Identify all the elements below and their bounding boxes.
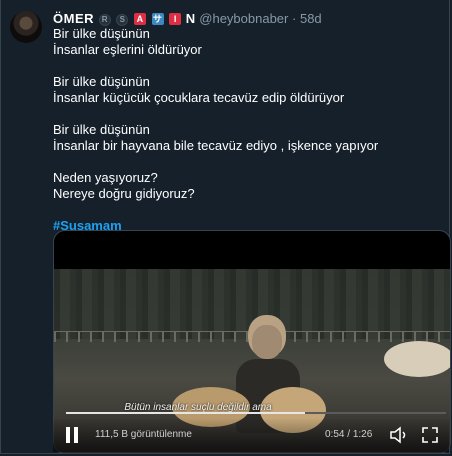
text-line: İnsanlar eşlerini öldürüyor xyxy=(53,42,202,57)
avatar[interactable] xyxy=(10,11,42,43)
duration: 1:26 xyxy=(352,429,373,440)
badge-r: R xyxy=(98,14,111,26)
tweet-text: Bir ülke düşünün İnsanlar eşlerini öldür… xyxy=(53,26,433,250)
paragraph: Neden yaşıyoruz? Nereye doğru gidiyoruz? xyxy=(53,170,433,202)
video-controls: 111,5 B görüntülenme 0:54 / 1:26 xyxy=(53,418,449,452)
paragraph: Bir ülke düşünün İnsanlar küçücük çocukl… xyxy=(53,74,433,106)
current-time: 0:54 xyxy=(325,429,345,440)
badge-sa: サ xyxy=(151,13,164,25)
pause-icon[interactable] xyxy=(65,427,79,443)
paragraph: Bir ülke düşünün İnsanlar bir hayvana bi… xyxy=(53,122,433,154)
text-line: Bir ülke düşünün xyxy=(53,122,150,137)
display-name[interactable]: ÖMER xyxy=(53,11,94,26)
tweet-timestamp[interactable]: 58d xyxy=(300,11,322,26)
text-line: İnsanlar bir hayvana bile tecavüz ediyo … xyxy=(53,138,379,153)
text-line: Bir ülke düşünün xyxy=(53,26,150,41)
view-count: 111,5 B görüntülenme xyxy=(95,429,192,440)
speaker-icon[interactable] xyxy=(389,426,409,444)
video-progress-bar[interactable] xyxy=(66,412,446,414)
text-line: Bir ülke düşünün xyxy=(53,74,150,89)
badge-i: I xyxy=(169,13,182,25)
time-separator: / xyxy=(344,429,353,440)
text-line: İnsanlar küçücük çocuklara tecavüz edip … xyxy=(53,90,345,105)
badge-a: A xyxy=(133,13,146,25)
text-line: Nereye doğru gidiyoruz? xyxy=(53,186,195,201)
user-handle[interactable]: @heybobnaber xyxy=(199,11,288,26)
separator-dot: · xyxy=(292,11,297,26)
video-timecode: 0:54 / 1:26 xyxy=(325,429,372,440)
display-name-end[interactable]: N xyxy=(186,11,196,26)
tweet-header: ÖMER R S A サ I N @heybobnaber · 58d xyxy=(53,11,322,27)
video-dog xyxy=(384,341,450,377)
text-line: Neden yaşıyoruz? xyxy=(53,170,158,185)
fullscreen-icon[interactable] xyxy=(421,426,439,444)
paragraph: Bir ülke düşünün İnsanlar eşlerini öldür… xyxy=(53,26,433,58)
video-progress-fill xyxy=(66,412,306,414)
badge-s: S xyxy=(116,14,129,26)
